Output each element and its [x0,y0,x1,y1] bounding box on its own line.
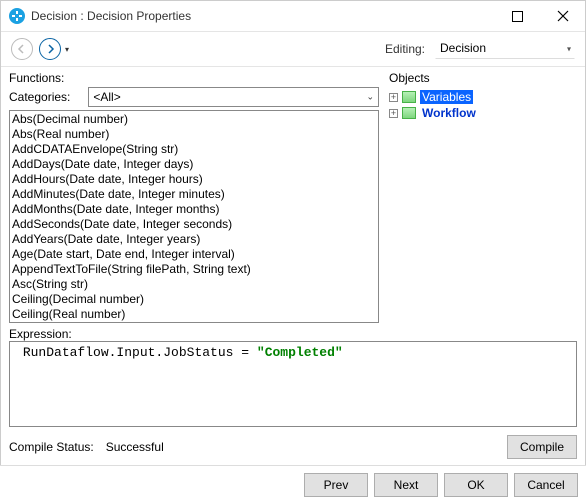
tree-node[interactable]: + Workflow [389,105,577,121]
expr-token-string: "Completed" [257,345,343,360]
categories-select-value: <All> [88,87,379,107]
function-item[interactable]: Asc(String str) [12,277,376,292]
compile-status-value: Successful [106,440,164,454]
functions-pane: Functions: Categories: <All> ⌄ Abs(Decim… [9,71,379,323]
editing-select[interactable]: Decision ▾ [435,39,575,59]
compile-status-row: Compile Status: Successful Compile [1,427,585,459]
function-item[interactable]: Abs(Real number) [12,127,376,142]
function-item[interactable]: AddCDATAEnvelope(String str) [12,142,376,157]
forward-dropdown-caret[interactable]: ▾ [65,45,69,54]
next-button[interactable]: Next [374,473,438,497]
chevron-down-icon: ▾ [567,45,571,54]
tree-expander-icon[interactable]: + [389,109,398,118]
app-icon [9,8,25,24]
forward-button[interactable] [39,38,61,60]
expression-section: Expression: RunDataflow.Input.JobStatus … [1,323,585,427]
maximize-button[interactable] [495,1,540,31]
expression-label: Expression: [9,327,72,341]
expr-token-op: = [241,345,249,360]
editing-label: Editing: [385,42,425,56]
prev-button[interactable]: Prev [304,473,368,497]
function-item[interactable]: AddMonths(Date date, Integer months) [12,202,376,217]
function-item[interactable]: AppendTextToFile(String filePath, String… [12,262,376,277]
functions-list[interactable]: Abs(Decimal number)Abs(Real number)AddCD… [9,110,379,323]
folder-icon [402,91,416,103]
back-button[interactable] [11,38,33,60]
categories-select[interactable]: <All> ⌄ [88,87,379,107]
tree-node[interactable]: + Variables [389,89,577,105]
function-item[interactable]: Ceiling(Decimal number) [12,292,376,307]
cancel-button[interactable]: Cancel [514,473,578,497]
function-item[interactable]: Age(Date start, Date end, Integer interv… [12,247,376,262]
functions-label: Functions: [9,71,379,85]
forward-button-group[interactable]: ▾ [39,38,69,60]
editing-select-value: Decision [435,39,575,59]
function-item[interactable]: AddYears(Date date, Integer years) [12,232,376,247]
function-item[interactable]: AddMinutes(Date date, Integer minutes) [12,187,376,202]
function-item[interactable]: Ceiling(Real number) [12,307,376,322]
tree-node-label[interactable]: Variables [420,90,473,104]
objects-pane: Objects + Variables + Workflow [389,71,577,323]
tree-node-label[interactable]: Workflow [420,106,478,120]
titlebar: Decision : Decision Properties [1,1,585,31]
ok-button[interactable]: OK [444,473,508,497]
folder-icon [402,107,416,119]
function-item[interactable]: AddDays(Date date, Integer days) [12,157,376,172]
categories-label: Categories: [9,90,70,104]
window-controls [450,1,585,31]
function-item[interactable]: AddSeconds(Date date, Integer seconds) [12,217,376,232]
function-item[interactable]: Abs(Decimal number) [12,112,376,127]
tree-expander-icon[interactable]: + [389,93,398,102]
objects-label: Objects [389,71,577,85]
objects-tree[interactable]: + Variables + Workflow [389,87,577,121]
footer: Prev Next OK Cancel [0,465,586,503]
compile-button[interactable]: Compile [507,435,577,459]
close-button[interactable] [540,1,585,31]
chevron-down-icon: ⌄ [366,92,374,103]
toolbar: ▾ Editing: Decision ▾ [1,32,585,66]
expr-token-ident: RunDataflow.Input.JobStatus [23,345,234,360]
main-area: Functions: Categories: <All> ⌄ Abs(Decim… [1,67,585,323]
function-item[interactable]: AddHours(Date date, Integer hours) [12,172,376,187]
expression-editor[interactable]: RunDataflow.Input.JobStatus = "Completed… [9,341,577,427]
compile-status-label: Compile Status: [9,440,94,454]
window-title: Decision : Decision Properties [31,9,191,23]
